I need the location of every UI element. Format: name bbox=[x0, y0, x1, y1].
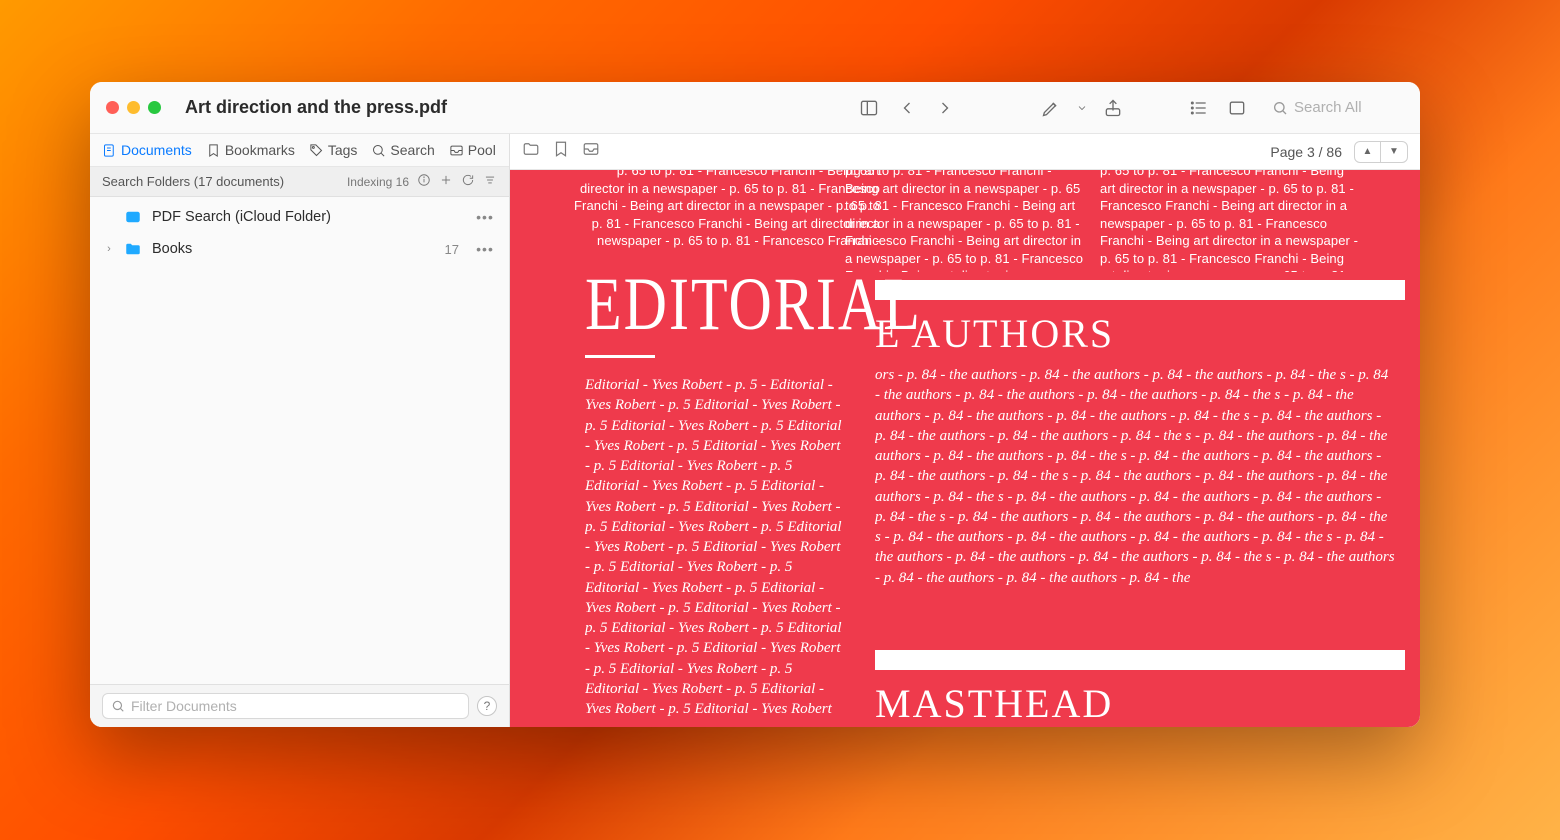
doc-text-strip: p. 65 to p. 81 - Francesco Franchi - Bei… bbox=[1100, 170, 1360, 272]
annotate-menu-chevron[interactable] bbox=[1074, 93, 1090, 123]
minimize-icon[interactable] bbox=[127, 101, 140, 114]
document-toolbar: Page 3 / 86 ▲ ▼ bbox=[510, 134, 1420, 170]
inbox-icon bbox=[449, 143, 464, 158]
tab-search-label: Search bbox=[390, 142, 434, 158]
toolbar-search[interactable] bbox=[1272, 99, 1404, 116]
folder-icon bbox=[124, 240, 142, 258]
pool-add-button[interactable] bbox=[582, 140, 600, 163]
list-view-button[interactable] bbox=[1184, 93, 1214, 123]
doc-body-editorial: Editorial - Yves Robert - p. 5 - Editori… bbox=[585, 375, 845, 727]
page-indicator: Page 3 / 86 bbox=[1270, 144, 1342, 160]
sidebar: Documents Bookmarks Tags Search Pool bbox=[90, 134, 510, 727]
open-folder-button[interactable] bbox=[522, 140, 540, 163]
sort-button[interactable] bbox=[483, 173, 497, 190]
sidebar-item-label: Books bbox=[152, 241, 435, 257]
sidebar-item-label: PDF Search (iCloud Folder) bbox=[152, 209, 465, 225]
sidebar-header: Search Folders (17 documents) Indexing 1… bbox=[90, 167, 509, 197]
search-icon bbox=[1272, 100, 1288, 116]
sidebar-header-label: Search Folders (17 documents) bbox=[102, 174, 347, 189]
filter-box[interactable] bbox=[102, 693, 469, 719]
search-icon bbox=[111, 699, 125, 713]
app-folder-icon bbox=[124, 208, 142, 226]
doc-heading-masthead: MASTHEAD bbox=[875, 680, 1113, 727]
search-input[interactable] bbox=[1294, 99, 1404, 116]
tab-pool[interactable]: Pool bbox=[449, 142, 496, 158]
info-button[interactable] bbox=[417, 173, 431, 190]
page-next-button[interactable]: ▼ bbox=[1381, 142, 1407, 162]
disclosure-chevron[interactable]: › bbox=[104, 243, 114, 255]
help-button[interactable]: ? bbox=[477, 696, 497, 716]
page-prev-button[interactable]: ▲ bbox=[1355, 142, 1381, 162]
doc-body-authors: ors - p. 84 - the authors - p. 84 - the … bbox=[875, 365, 1395, 630]
doc-heading-editorial: EDITORIAL bbox=[585, 261, 922, 347]
tab-bookmarks[interactable]: Bookmarks bbox=[206, 142, 295, 158]
toolbar-group-view bbox=[1184, 93, 1252, 123]
window-title: Art direction and the press.pdf bbox=[185, 97, 447, 118]
add-folder-button[interactable] bbox=[439, 173, 453, 190]
page-view-button[interactable] bbox=[1222, 93, 1252, 123]
document-area: Page 3 / 86 ▲ ▼ p. 65 to p. 81 - Frances… bbox=[510, 134, 1420, 727]
app-window: Art direction and the press.pdf bbox=[90, 82, 1420, 727]
forward-button[interactable] bbox=[930, 93, 960, 123]
bookmark-icon bbox=[206, 143, 221, 158]
titlebar: Art direction and the press.pdf bbox=[90, 82, 1420, 134]
sidebar-tabs: Documents Bookmarks Tags Search Pool bbox=[90, 134, 509, 167]
share-button[interactable] bbox=[1098, 93, 1128, 123]
indexing-status: Indexing 16 bbox=[347, 175, 409, 189]
traffic-lights bbox=[106, 101, 161, 114]
doc-heading-underline bbox=[585, 355, 655, 358]
tab-tags-label: Tags bbox=[328, 142, 358, 158]
page-nav: ▲ ▼ bbox=[1354, 141, 1408, 163]
sidebar-item-books[interactable]: › Books 17 ••• bbox=[90, 233, 509, 265]
zoom-icon[interactable] bbox=[148, 101, 161, 114]
documents-icon bbox=[102, 143, 117, 158]
toggle-sidebar-button[interactable] bbox=[854, 93, 884, 123]
doc-divider bbox=[875, 280, 1405, 300]
toolbar-group-nav bbox=[854, 93, 960, 123]
tab-documents-label: Documents bbox=[121, 142, 192, 158]
toolbar-group-edit bbox=[1036, 93, 1128, 123]
tab-pool-label: Pool bbox=[468, 142, 496, 158]
tab-bookmarks-label: Bookmarks bbox=[225, 142, 295, 158]
doc-heading-authors: E AUTHORS bbox=[875, 310, 1114, 357]
bookmark-page-button[interactable] bbox=[552, 140, 570, 163]
item-more-button[interactable]: ••• bbox=[475, 209, 495, 225]
doc-text-strip: p. 65 to p. 81 - Francesco Franchi - Bei… bbox=[570, 170, 880, 252]
tab-search[interactable]: Search bbox=[371, 142, 434, 158]
sidebar-footer: ? bbox=[90, 684, 509, 727]
sidebar-item-pdf-search[interactable]: PDF Search (iCloud Folder) ••• bbox=[90, 201, 509, 233]
search-icon bbox=[371, 143, 386, 158]
tab-tags[interactable]: Tags bbox=[309, 142, 358, 158]
refresh-button[interactable] bbox=[461, 173, 475, 190]
sidebar-list: PDF Search (iCloud Folder) ••• › Books 1… bbox=[90, 197, 509, 684]
back-button[interactable] bbox=[892, 93, 922, 123]
item-more-button[interactable]: ••• bbox=[475, 241, 495, 257]
tag-icon bbox=[309, 143, 324, 158]
tab-documents[interactable]: Documents bbox=[102, 142, 192, 158]
annotate-button[interactable] bbox=[1036, 93, 1066, 123]
document-canvas[interactable]: p. 65 to p. 81 - Francesco Franchi - Bei… bbox=[510, 170, 1420, 727]
doc-text-strip: p. 65 to p. 81 - Francesco Franchi - Bei… bbox=[845, 170, 1085, 272]
doc-divider bbox=[875, 650, 1405, 670]
item-count: 17 bbox=[445, 242, 459, 257]
close-icon[interactable] bbox=[106, 101, 119, 114]
filter-input[interactable] bbox=[131, 698, 460, 714]
